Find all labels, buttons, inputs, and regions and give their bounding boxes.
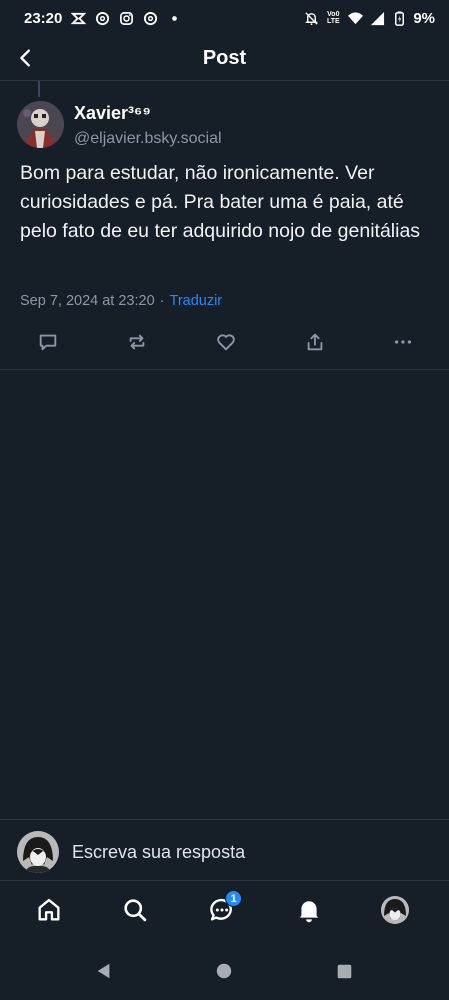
post-text: Bom para estudar, não ironicamente. Ver … bbox=[20, 162, 421, 242]
more-options-button[interactable] bbox=[390, 329, 416, 355]
nav-profile[interactable] bbox=[377, 892, 413, 928]
reply-placeholder: Escreva sua resposta bbox=[72, 842, 246, 862]
share-button[interactable] bbox=[302, 329, 328, 355]
page-title: Post bbox=[202, 46, 247, 69]
translate-link[interactable]: Traduzir bbox=[170, 293, 223, 309]
author-handle[interactable]: @eljavier.bsky.social bbox=[74, 130, 222, 148]
battery-level: 9% bbox=[413, 9, 435, 27]
profile-avatar bbox=[381, 896, 409, 924]
chat-badge: 1 bbox=[225, 890, 242, 907]
battery-icon bbox=[391, 10, 407, 26]
square-recents-icon bbox=[337, 964, 351, 978]
dot-icon bbox=[166, 10, 182, 26]
bottom-nav: 1 bbox=[0, 882, 449, 940]
meta-separator: · bbox=[159, 293, 165, 309]
volte-icon: Vo0 LTE bbox=[326, 11, 340, 25]
system-home-button[interactable] bbox=[213, 960, 235, 982]
search-icon bbox=[124, 899, 147, 922]
heart-icon bbox=[217, 334, 235, 351]
system-back-button[interactable] bbox=[93, 960, 115, 982]
silent-icon bbox=[303, 10, 319, 26]
nav-chat[interactable]: 1 bbox=[204, 890, 242, 928]
wifi-icon bbox=[347, 10, 363, 26]
like-button[interactable] bbox=[213, 329, 239, 355]
chevron-left-icon bbox=[20, 49, 30, 67]
nav-home[interactable] bbox=[31, 892, 67, 928]
comment-icon bbox=[39, 334, 57, 351]
share-icon bbox=[307, 333, 323, 351]
home-icon bbox=[38, 898, 60, 921]
nav-search[interactable] bbox=[117, 892, 153, 928]
repost-button[interactable] bbox=[124, 329, 150, 355]
post: Xavier³⁶⁹ @eljavier.bsky.social Bom para… bbox=[0, 97, 449, 370]
circle-home-icon bbox=[216, 963, 232, 979]
triangle-back-icon bbox=[97, 963, 110, 979]
threads-icon bbox=[94, 10, 110, 26]
author-avatar[interactable] bbox=[17, 101, 64, 148]
capcut-icon bbox=[70, 10, 86, 26]
thread-line bbox=[38, 81, 40, 97]
signal-icon bbox=[369, 10, 385, 26]
post-meta: Sep 7, 2024 at 23:20 · Traduzir bbox=[20, 293, 222, 309]
post-timestamp: Sep 7, 2024 at 23:20 bbox=[20, 293, 155, 309]
bell-icon bbox=[299, 901, 319, 923]
user-avatar bbox=[17, 831, 59, 873]
status-bar: 23:20 Vo0 LTE 9% bbox=[0, 0, 449, 36]
post-header: Post bbox=[0, 36, 449, 81]
reply-composer[interactable]: Escreva sua resposta bbox=[0, 819, 449, 881]
threads-icon bbox=[142, 10, 158, 26]
back-button[interactable] bbox=[12, 44, 40, 72]
post-actions bbox=[0, 329, 449, 355]
status-time: 23:20 bbox=[24, 9, 63, 27]
instagram-icon bbox=[118, 10, 134, 26]
reply-button[interactable] bbox=[35, 329, 61, 355]
system-recents-button[interactable] bbox=[333, 960, 355, 982]
author-name[interactable]: Xavier³⁶⁹ bbox=[74, 103, 151, 124]
repost-icon bbox=[129, 334, 145, 350]
system-nav-bar bbox=[0, 940, 449, 1000]
nav-notifications[interactable] bbox=[291, 892, 327, 928]
more-dots-icon bbox=[394, 340, 412, 344]
